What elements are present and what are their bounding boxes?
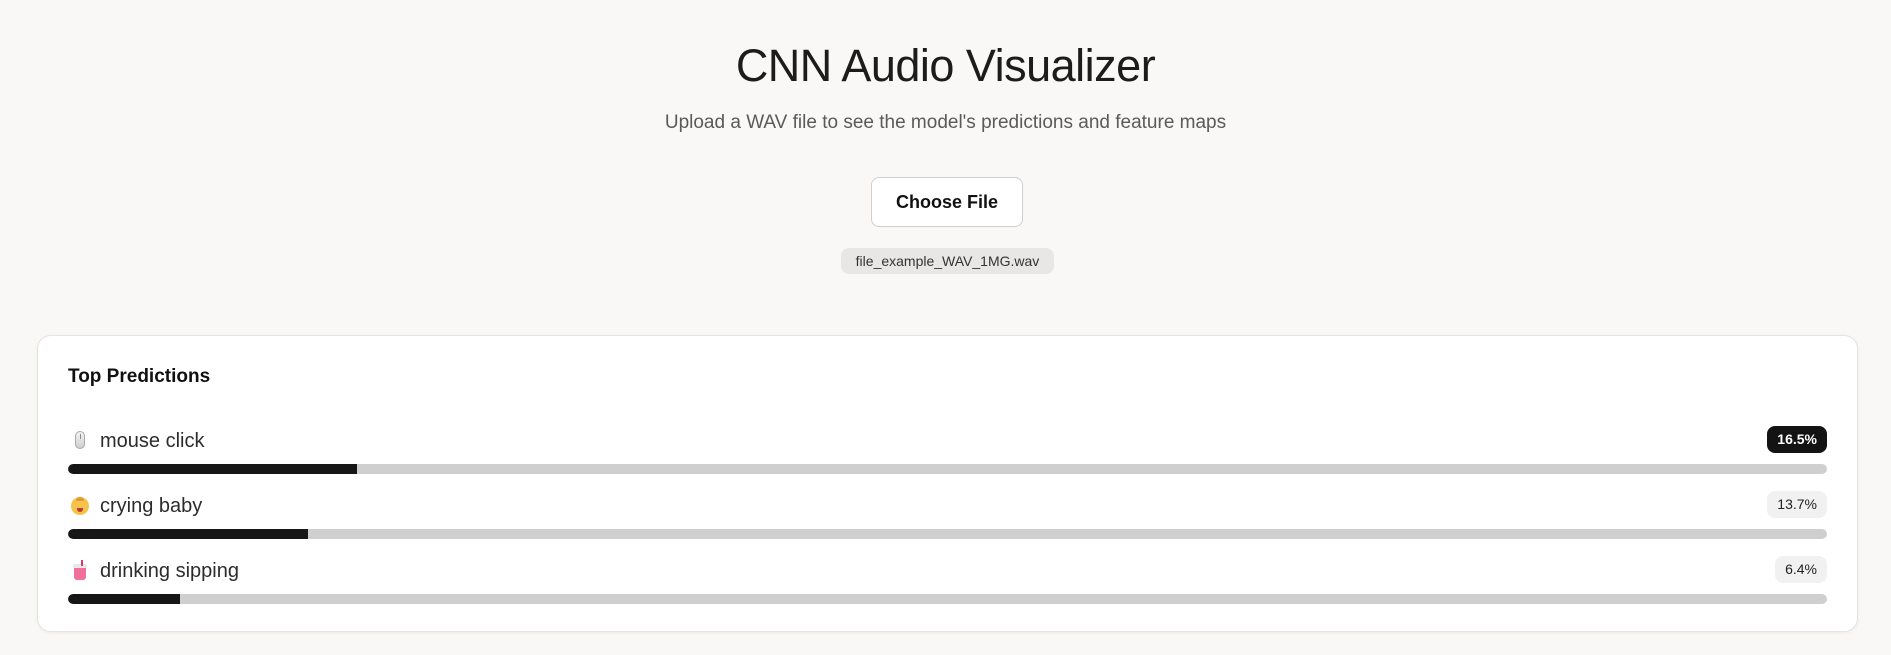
prediction-percent-badge: 6.4% [1775,556,1827,583]
prediction-bar-track [68,594,1827,604]
choose-file-button[interactable]: Choose File [871,177,1023,227]
prediction-bar-track [68,529,1827,539]
prediction-percent-badge: 13.7% [1767,491,1827,518]
prediction-bar-fill [68,464,357,474]
prediction-row: drinking sipping 6.4% [68,556,1827,616]
page-subtitle: Upload a WAV file to see the model's pre… [664,112,1227,133]
page-title: CNN Audio Visualizer [735,40,1156,91]
prediction-bar-fill [68,529,308,539]
prediction-label: mouse click [100,430,205,452]
prediction-bar-track [68,464,1827,474]
prediction-percent-badge: 16.5% [1767,426,1827,453]
prediction-row: mouse click 16.5% [68,426,1827,486]
cup-with-straw-icon [71,560,89,581]
top-predictions-card: Top Predictions mouse click 16.5% crying… [37,335,1858,632]
crying-baby-icon [71,496,89,516]
computer-mouse-icon [71,431,89,451]
prediction-row: crying baby 13.7% [68,491,1827,551]
selected-file-name: file_example_WAV_1MG.wav [841,248,1054,274]
prediction-label: drinking sipping [100,560,239,582]
prediction-bar-fill [68,594,180,604]
prediction-label: crying baby [100,495,203,517]
card-title: Top Predictions [68,366,211,387]
